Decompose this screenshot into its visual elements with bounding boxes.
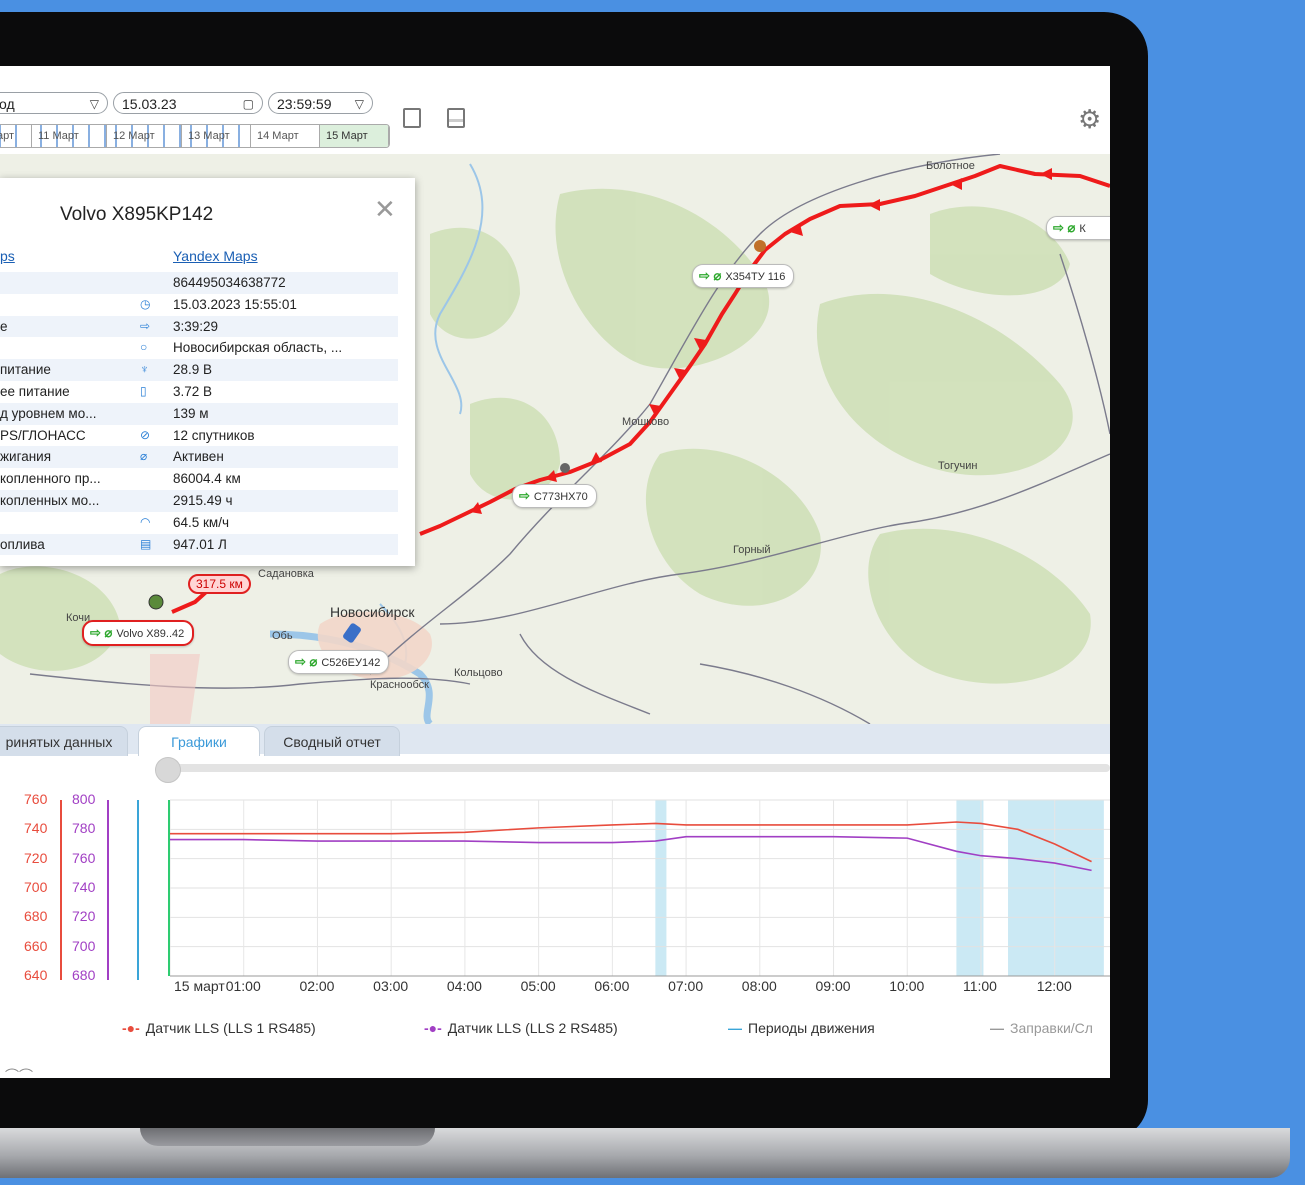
place-label: Мошково [622,416,670,428]
x-tick: 02:00 [299,978,335,994]
x-tick: 09:00 [815,978,851,994]
layout-bottom-icon[interactable] [447,108,465,128]
bottom-tabs: ринятых данных Графики Сводный отчет [0,724,1110,762]
info-row: 864495034638772 [0,272,398,294]
day-chip[interactable]: арт [0,125,32,147]
gear-icon[interactable]: ⚙ [1078,104,1101,135]
place-label: Болотное [926,160,975,172]
info-row: д уровнем мо... 139 м [0,402,398,425]
place-label: Садановка [258,568,314,580]
info-row: ◠ 64.5 км/ч [0,512,398,534]
moving-icon: ⇨ ⌀ [295,654,318,669]
day-strip: арт 11 Март 12 Март 13 Март 14 Март 15 М… [0,124,390,148]
plug-icon: ♆ [140,362,149,377]
info-row: питание ♆ 28.9 В [0,359,398,381]
info-row: PS/ГЛОНАСС ⊘ 12 спутников [0,425,398,447]
place-label: Тогучин [938,460,978,472]
vehicle-label-selected[interactable]: ⇨ ⌀ Volvo X89..42 [82,620,195,646]
day-chip[interactable]: 13 Март [182,125,251,147]
place-label: Краснообск [370,679,429,691]
info-row: копленных мо... 2915.49 ч [0,489,398,512]
line-icon: — [728,1020,742,1036]
moving-icon: ⇨ [519,488,530,503]
x-tick: 05:00 [520,978,556,994]
line-icon: — [990,1020,1004,1036]
place-label: Горный [733,544,771,556]
vehicle-label[interactable]: ⇨ ⌀ К [1046,216,1110,240]
legend-item-refuel[interactable]: — Заправки/Сл [990,1020,1093,1036]
date-value: 15.03.23 [122,96,177,112]
legend-item-movement[interactable]: — Периоды движения [728,1020,875,1036]
day-chip[interactable]: 11 Март [32,125,107,147]
close-icon[interactable]: ✕ [374,194,396,225]
x-tick: 08:00 [741,978,777,994]
info-row: ее питание ▯ 3.72 В [0,381,398,403]
laptop-notch [140,1128,435,1146]
place-label: Обь [272,630,293,642]
x-tick: 07:00 [668,978,704,994]
x-tick: 11:00 [962,978,997,994]
day-chip-selected[interactable]: 15 Март [320,125,389,147]
x-tick: 15 март [174,978,225,994]
moving-icon: ⇨ ⌀ [699,268,722,283]
period-value: од [0,96,15,112]
series-line [170,835,1092,872]
fuel-chart[interactable] [0,756,1110,996]
google-maps-link[interactable]: ps [0,248,15,264]
yandex-maps-link[interactable]: Yandex Maps [173,248,258,264]
info-row: ◷ 15.03.2023 15:55:01 [0,294,398,316]
info-row: ○ Новосибирская область, ... [0,337,398,359]
layout-split-icon[interactable] [403,108,421,128]
x-tick: 06:00 [594,978,630,994]
chart-panel: 760 740 720 700 680 660 640 800 780 760 740 720 700… [0,756,1110,1078]
speed-icon: ◠ [140,514,151,529]
x-tick: 04:00 [446,978,482,994]
info-row: жигания ⌀ Активен [0,446,398,469]
line-marker-icon: -●- [424,1020,442,1036]
fuel-icon: ▤ [140,536,152,551]
popup-title: Volvo X895KP142 [60,204,214,225]
tab-received-data[interactable]: ринятых данных [0,726,128,760]
clock-icon: ◷ [140,296,151,311]
x-tick: 01:00 [225,978,261,994]
time-value: 23:59:59 [277,96,332,112]
moving-icon: ⇨ ⌀ [90,625,113,640]
day-chip[interactable]: 14 Март [251,125,320,147]
calendar-icon[interactable]: ▢ [243,93,254,115]
time-field[interactable]: 23:59:59 ▽ [268,92,373,114]
vehicle-label[interactable]: ⇨ С773НХ70 [512,484,597,508]
chevron-down-icon: ▽ [89,97,99,111]
location-icon: ○ [140,340,148,355]
battery-icon: ▯ [140,383,147,398]
date-field[interactable]: 15.03.23 ▢ [113,92,263,114]
satellite-icon: ⊘ [140,427,151,442]
app-screen: од ▽ 15.03.23 ▢ 23:59:59 ▽ арт 11 Март 1… [0,66,1110,1078]
moving-icon: ⇨ ⌀ [1053,220,1076,235]
city-label: Новосибирск [330,604,415,620]
x-tick: 03:00 [373,978,409,994]
x-tick: 12:00 [1036,978,1072,994]
x-tick: 10:00 [889,978,925,994]
info-table: 864495034638772 ◷ 15.03.2023 15:55:01 е ⇨ 3… [0,272,398,556]
period-select[interactable]: од ▽ [0,92,108,114]
arrow-icon: ⇨ [140,318,151,333]
tab-summary-report[interactable]: Сводный отчет [264,726,400,760]
info-row: е ⇨ 3:39:29 [0,315,398,338]
info-row: копленного пр... 86004.4 км [0,471,241,487]
distance-badge: 317.5 км [188,574,251,594]
legend-item-lls2[interactable]: -●- Датчик LLS (LLS 2 RS485) [424,1020,618,1036]
vehicle-info-popup: Volvo X895KP142 ✕ ps Yandex Maps 8644950… [0,178,415,566]
legend-item-lls1[interactable]: -●- Датчик LLS (LLS 1 RS485) [122,1020,316,1036]
info-row: оплива ▤ 947.01 Л [0,533,398,556]
chart-toggle-icon[interactable]: ︵︵ [5,1056,33,1076]
key-icon: ⌀ [140,449,148,464]
chevron-down-icon: ▽ [354,97,364,111]
vehicle-label[interactable]: ⇨ ⌀ Х354ТУ 116 [692,264,795,288]
vehicle-label[interactable]: ⇨ ⌀ С526ЕУ142 [288,650,390,674]
place-label: Кольцово [454,667,503,679]
toolbar: од ▽ 15.03.23 ▢ 23:59:59 ▽ арт 11 Март 1… [0,66,1110,155]
day-chip[interactable]: 12 Март [107,125,182,147]
line-marker-icon: -●- [122,1020,140,1036]
